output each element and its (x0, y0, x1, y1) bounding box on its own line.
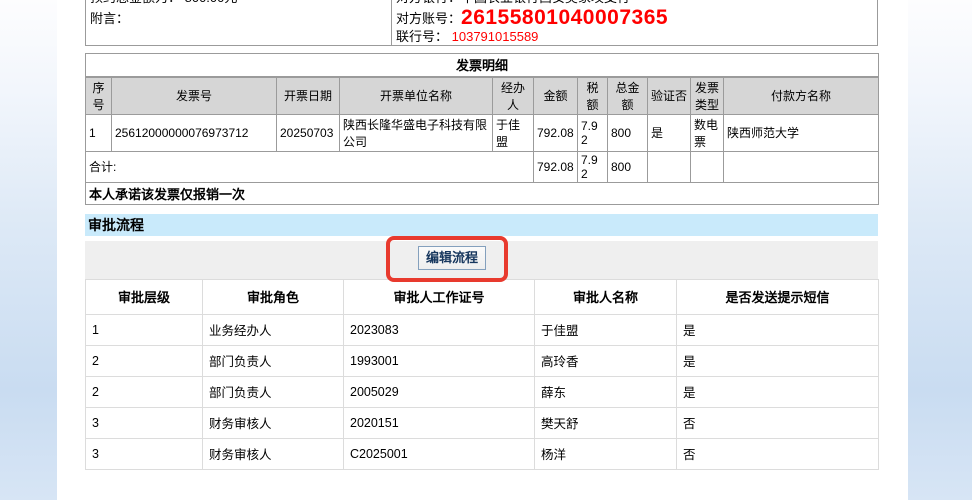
approval-cell-id: C2025001 (344, 438, 535, 469)
invoice-cell-issuer: 陕西长隆华盛电子科技有限公司 (340, 114, 493, 151)
approval-cell-name: 薛东 (535, 376, 677, 407)
payee-bank-cell: 对方银行：中国农业银行西安吴家坟支行 对方账号： 261558010400073… (392, 0, 877, 45)
content-area: 预约总金额为： 800.00元 附言： 对方银行：中国农业银行西安吴家坟支行 对… (85, 0, 878, 470)
invoice-header-cell: 序号 (86, 77, 112, 115)
invoice-total-empty (691, 151, 724, 182)
edit-flow-button[interactable]: 编辑流程 (418, 246, 486, 270)
approval-row: 1 业务经办人 2023083 于佳盟 是 (86, 314, 879, 345)
invoice-header-cell: 发票号 (112, 77, 277, 115)
approval-cell-role: 部门负责人 (203, 345, 344, 376)
approval-cell-id: 1993001 (344, 345, 535, 376)
invoice-total-empty (724, 151, 879, 182)
approval-row: 2 部门负责人 2005029 薛东 是 (86, 376, 879, 407)
approval-cell-id: 2020151 (344, 407, 535, 438)
invoice-cell-payer: 陕西师范大学 (724, 114, 879, 151)
approval-cell-id: 2005029 (344, 376, 535, 407)
approval-cell-sms: 是 (677, 345, 879, 376)
approval-cell-level: 3 (86, 438, 203, 469)
approval-cell-level: 3 (86, 407, 203, 438)
invoice-promise-row: 本人承诺该发票仅报销一次 (86, 182, 879, 204)
approval-cell-level: 2 (86, 376, 203, 407)
approval-cell-sms: 是 (677, 376, 879, 407)
bank-code-value: 103791015589 (452, 29, 539, 44)
approval-cell-sms: 否 (677, 407, 879, 438)
payment-info-table: 预约总金额为： 800.00元 附言： 对方银行：中国农业银行西安吴家坟支行 对… (85, 0, 878, 46)
memo-label: 附言： (90, 11, 387, 27)
approval-header-cell: 审批层级 (86, 279, 203, 314)
invoice-table-title: 发票明细 (86, 54, 879, 77)
payee-account-line: 对方账号： 26155801040007365 (396, 6, 873, 29)
invoice-cell-verified: 是 (648, 114, 691, 151)
approval-header-cell: 审批人工作证号 (344, 279, 535, 314)
invoice-total-tax: 7.92 (578, 151, 608, 182)
invoice-cell-seq: 1 (86, 114, 112, 151)
invoice-cell-tax: 7.92 (578, 114, 608, 151)
approval-cell-sms: 是 (677, 314, 879, 345)
approval-cell-name: 于佳盟 (535, 314, 677, 345)
approval-row: 3 财务审核人 2020151 樊天舒 否 (86, 407, 879, 438)
payment-summary-cell: 预约总金额为： 800.00元 附言： (86, 0, 392, 45)
invoice-table-title-row: 发票明细 (86, 54, 879, 77)
approval-header-row: 审批层级 审批角色 审批人工作证号 审批人名称 是否发送提示短信 (86, 279, 879, 314)
approval-cell-sms: 否 (677, 438, 879, 469)
invoice-total-amount: 792.08 (534, 151, 578, 182)
approval-row: 2 部门负责人 1993001 高玲香 是 (86, 345, 879, 376)
approval-cell-level: 2 (86, 345, 203, 376)
invoice-header-cell: 开票日期 (277, 77, 340, 115)
invoice-total-sum: 800 (608, 151, 648, 182)
approval-cell-name: 樊天舒 (535, 407, 677, 438)
invoice-header-cell: 金额 (534, 77, 578, 115)
invoice-cell-number: 25612000000076973712 (112, 114, 277, 151)
approval-cell-name: 杨洋 (535, 438, 677, 469)
page-body: 预约总金额为： 800.00元 附言： 对方银行：中国农业银行西安吴家坟支行 对… (57, 0, 908, 500)
approval-header-cell: 审批角色 (203, 279, 344, 314)
invoice-header-cell: 总金额 (608, 77, 648, 115)
payee-account-number: 26155801040007365 (461, 7, 668, 28)
reservation-total-amount: 预约总金额为： 800.00元 (90, 0, 387, 6)
invoice-data-row: 1 25612000000076973712 20250703 陕西长隆华盛电子… (86, 114, 879, 151)
promise-statement: 本人承诺该发票仅报销一次 (86, 182, 879, 204)
invoice-total-row: 合计: 792.08 7.92 800 (86, 151, 879, 182)
approval-header-cell: 审批人名称 (535, 279, 677, 314)
approval-cell-role: 财务审核人 (203, 438, 344, 469)
approval-row: 3 财务审核人 C2025001 杨洋 否 (86, 438, 879, 469)
approval-cell-role: 财务审核人 (203, 407, 344, 438)
invoice-total-empty (648, 151, 691, 182)
invoice-table-header-row: 序号 发票号 开票日期 开票单位名称 经办人 金额 税额 总金额 验证否 发票类… (86, 77, 879, 115)
approval-cell-role: 部门负责人 (203, 376, 344, 407)
invoice-header-cell: 发票类型 (691, 77, 724, 115)
invoice-header-cell: 开票单位名称 (340, 77, 493, 115)
invoice-cell-date: 20250703 (277, 114, 340, 151)
invoice-cell-type: 数电票 (691, 114, 724, 151)
payee-account-label: 对方账号： (396, 8, 461, 27)
invoice-header-cell: 经办人 (493, 77, 534, 115)
approval-toolbar: 编辑流程 (85, 241, 878, 279)
invoice-cell-handler: 于佳盟 (493, 114, 534, 151)
invoice-detail-table: 发票明细 序号 发票号 开票日期 开票单位名称 经办人 金额 税额 总金额 验证… (85, 53, 879, 205)
invoice-cell-amount: 792.08 (534, 114, 578, 151)
invoice-header-cell: 付款方名称 (724, 77, 879, 115)
approval-flow-table: 审批层级 审批角色 审批人工作证号 审批人名称 是否发送提示短信 1 业务经办人… (85, 279, 879, 470)
approval-section-title: 审批流程 (85, 214, 878, 236)
approval-header-cell: 是否发送提示短信 (677, 279, 879, 314)
invoice-header-cell: 验证否 (648, 77, 691, 115)
invoice-total-label: 合计: (86, 151, 534, 182)
invoice-header-cell: 税额 (578, 77, 608, 115)
bank-code-line: 联行号： 103791015589 (396, 29, 873, 44)
approval-cell-name: 高玲香 (535, 345, 677, 376)
invoice-cell-total: 800 (608, 114, 648, 151)
approval-cell-level: 1 (86, 314, 203, 345)
bank-code-label: 联行号： (396, 29, 448, 44)
approval-cell-id: 2023083 (344, 314, 535, 345)
approval-cell-role: 业务经办人 (203, 314, 344, 345)
